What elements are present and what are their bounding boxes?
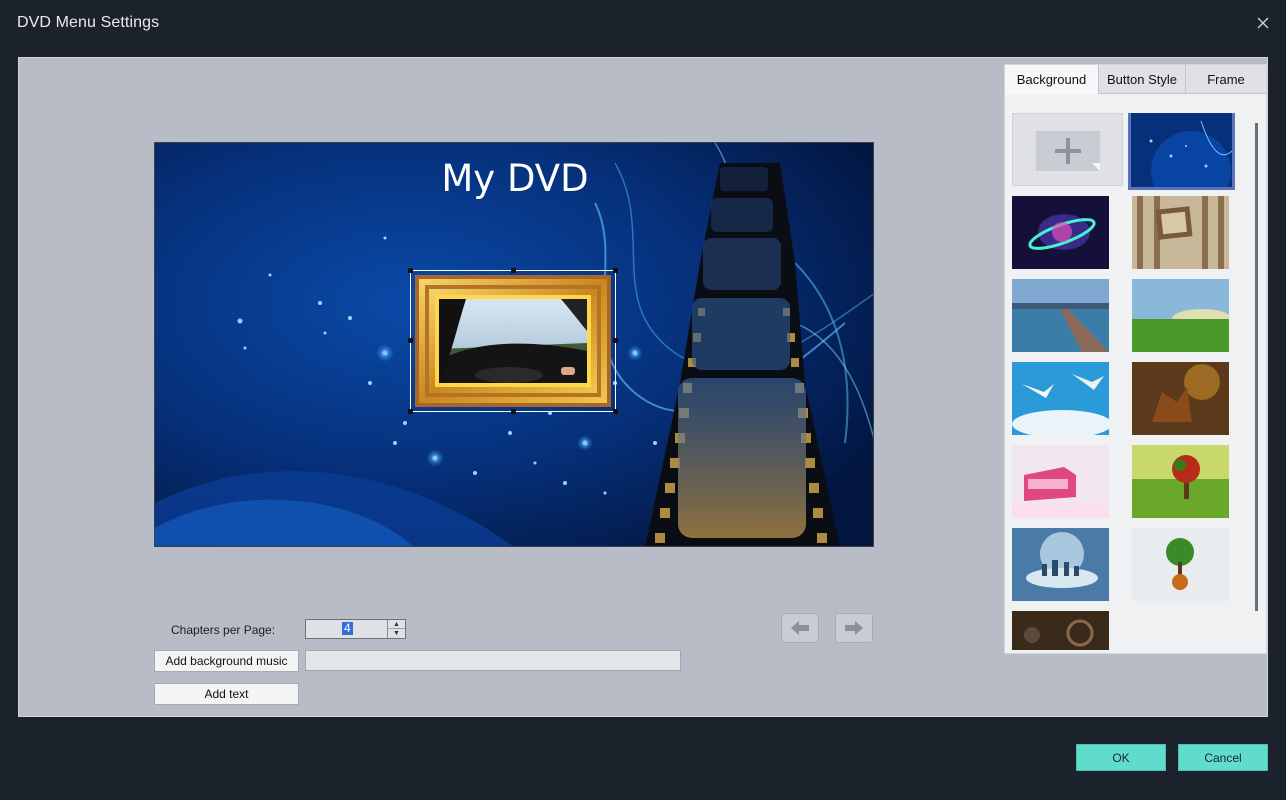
background-pink-house[interactable] — [1012, 445, 1109, 518]
add-background-button[interactable] — [1012, 113, 1123, 186]
background-galaxy-ring[interactable] — [1012, 196, 1109, 269]
background-pier-lake[interactable] — [1012, 279, 1109, 352]
tab-frame[interactable]: Frame — [1186, 65, 1266, 93]
resize-handle-sw[interactable] — [408, 409, 413, 414]
bg-thumb-pink-house — [1012, 445, 1109, 518]
background-striped-wall-frame[interactable] — [1132, 196, 1229, 269]
resize-handle-nw[interactable] — [408, 268, 413, 273]
window-title: DVD Menu Settings — [17, 14, 160, 31]
chapter-thumbnail-selection[interactable] — [408, 268, 618, 414]
bg-thumb-vintage-film — [1012, 611, 1109, 650]
resize-handle-s[interactable] — [511, 409, 516, 414]
bg-thumb-green-field — [1132, 279, 1229, 352]
bg-thumb-fantasy-tree-meadow — [1132, 445, 1229, 518]
bg-thumb-floating-tree — [1132, 528, 1229, 601]
close-icon — [1257, 17, 1269, 29]
background-surreal-brown[interactable] — [1132, 362, 1229, 435]
title-bar: DVD Menu Settings — [0, 0, 1286, 48]
resize-handle-ne[interactable] — [613, 268, 618, 273]
plus-icon — [1036, 131, 1100, 171]
tab-button-style[interactable]: Button Style — [1099, 65, 1186, 93]
gallery-scrollbar[interactable] — [1246, 103, 1258, 651]
next-page-button[interactable] — [835, 613, 873, 643]
spinner-up-icon[interactable]: ▲ — [388, 620, 405, 629]
tab-background[interactable]: Background — [1005, 65, 1099, 94]
bg-thumb-striped-wall-frame — [1132, 196, 1229, 269]
background-seagulls-sky[interactable] — [1012, 362, 1109, 435]
bg-thumb-galaxy-ring — [1012, 196, 1109, 269]
arrow-left-icon — [791, 621, 809, 635]
menu-title[interactable]: My DVD — [155, 157, 873, 200]
add-text-button[interactable]: Add text — [154, 683, 299, 705]
previous-page-button[interactable] — [781, 613, 819, 643]
arrow-right-icon — [845, 621, 863, 635]
resize-handle-se[interactable] — [613, 409, 618, 414]
bg-thumb-blue-particles — [1131, 113, 1232, 187]
style-side-panel: Background Button Style Frame — [1004, 64, 1267, 654]
resize-handle-n[interactable] — [511, 268, 516, 273]
cancel-button[interactable]: Cancel — [1178, 744, 1268, 771]
background-green-field[interactable] — [1132, 279, 1229, 352]
background-music-path-field[interactable] — [305, 650, 681, 671]
chapters-per-page-spinner[interactable]: 4 ▲ ▼ — [305, 619, 406, 639]
ok-button[interactable]: OK — [1076, 744, 1166, 771]
spinner-buttons: ▲ ▼ — [387, 620, 405, 638]
background-crystal-planet-city[interactable] — [1012, 528, 1109, 601]
bg-thumb-seagulls-sky — [1012, 362, 1109, 435]
resize-handle-e[interactable] — [613, 338, 618, 343]
bg-thumb-crystal-planet-city — [1012, 528, 1109, 601]
background-fantasy-tree-meadow[interactable] — [1132, 445, 1229, 518]
add-background-music-button[interactable]: Add background music — [154, 650, 299, 672]
background-floating-tree[interactable] — [1132, 528, 1229, 601]
chapter-thumbnail — [415, 275, 611, 407]
bg-thumb-pier-lake — [1012, 279, 1109, 352]
background-gallery — [1012, 113, 1237, 650]
spinner-down-icon[interactable]: ▼ — [388, 629, 405, 638]
resize-handle-w[interactable] — [408, 338, 413, 343]
chapters-per-page-value[interactable]: 4 — [342, 622, 353, 635]
background-vintage-film[interactable] — [1012, 611, 1109, 650]
chapters-per-page-label: Chapters per Page: — [171, 623, 276, 637]
bg-thumb-surreal-brown — [1132, 362, 1229, 435]
style-tabs: Background Button Style Frame — [1005, 65, 1266, 94]
main-panel: My DVD Chapters per Page: 4 ▲ ▼ Add back… — [18, 57, 1268, 717]
close-button[interactable] — [1252, 12, 1274, 34]
background-blue-particles[interactable] — [1128, 113, 1235, 190]
dvd-menu-preview[interactable]: My DVD — [154, 142, 874, 547]
gallery-scrollbar-thumb[interactable] — [1255, 123, 1258, 611]
